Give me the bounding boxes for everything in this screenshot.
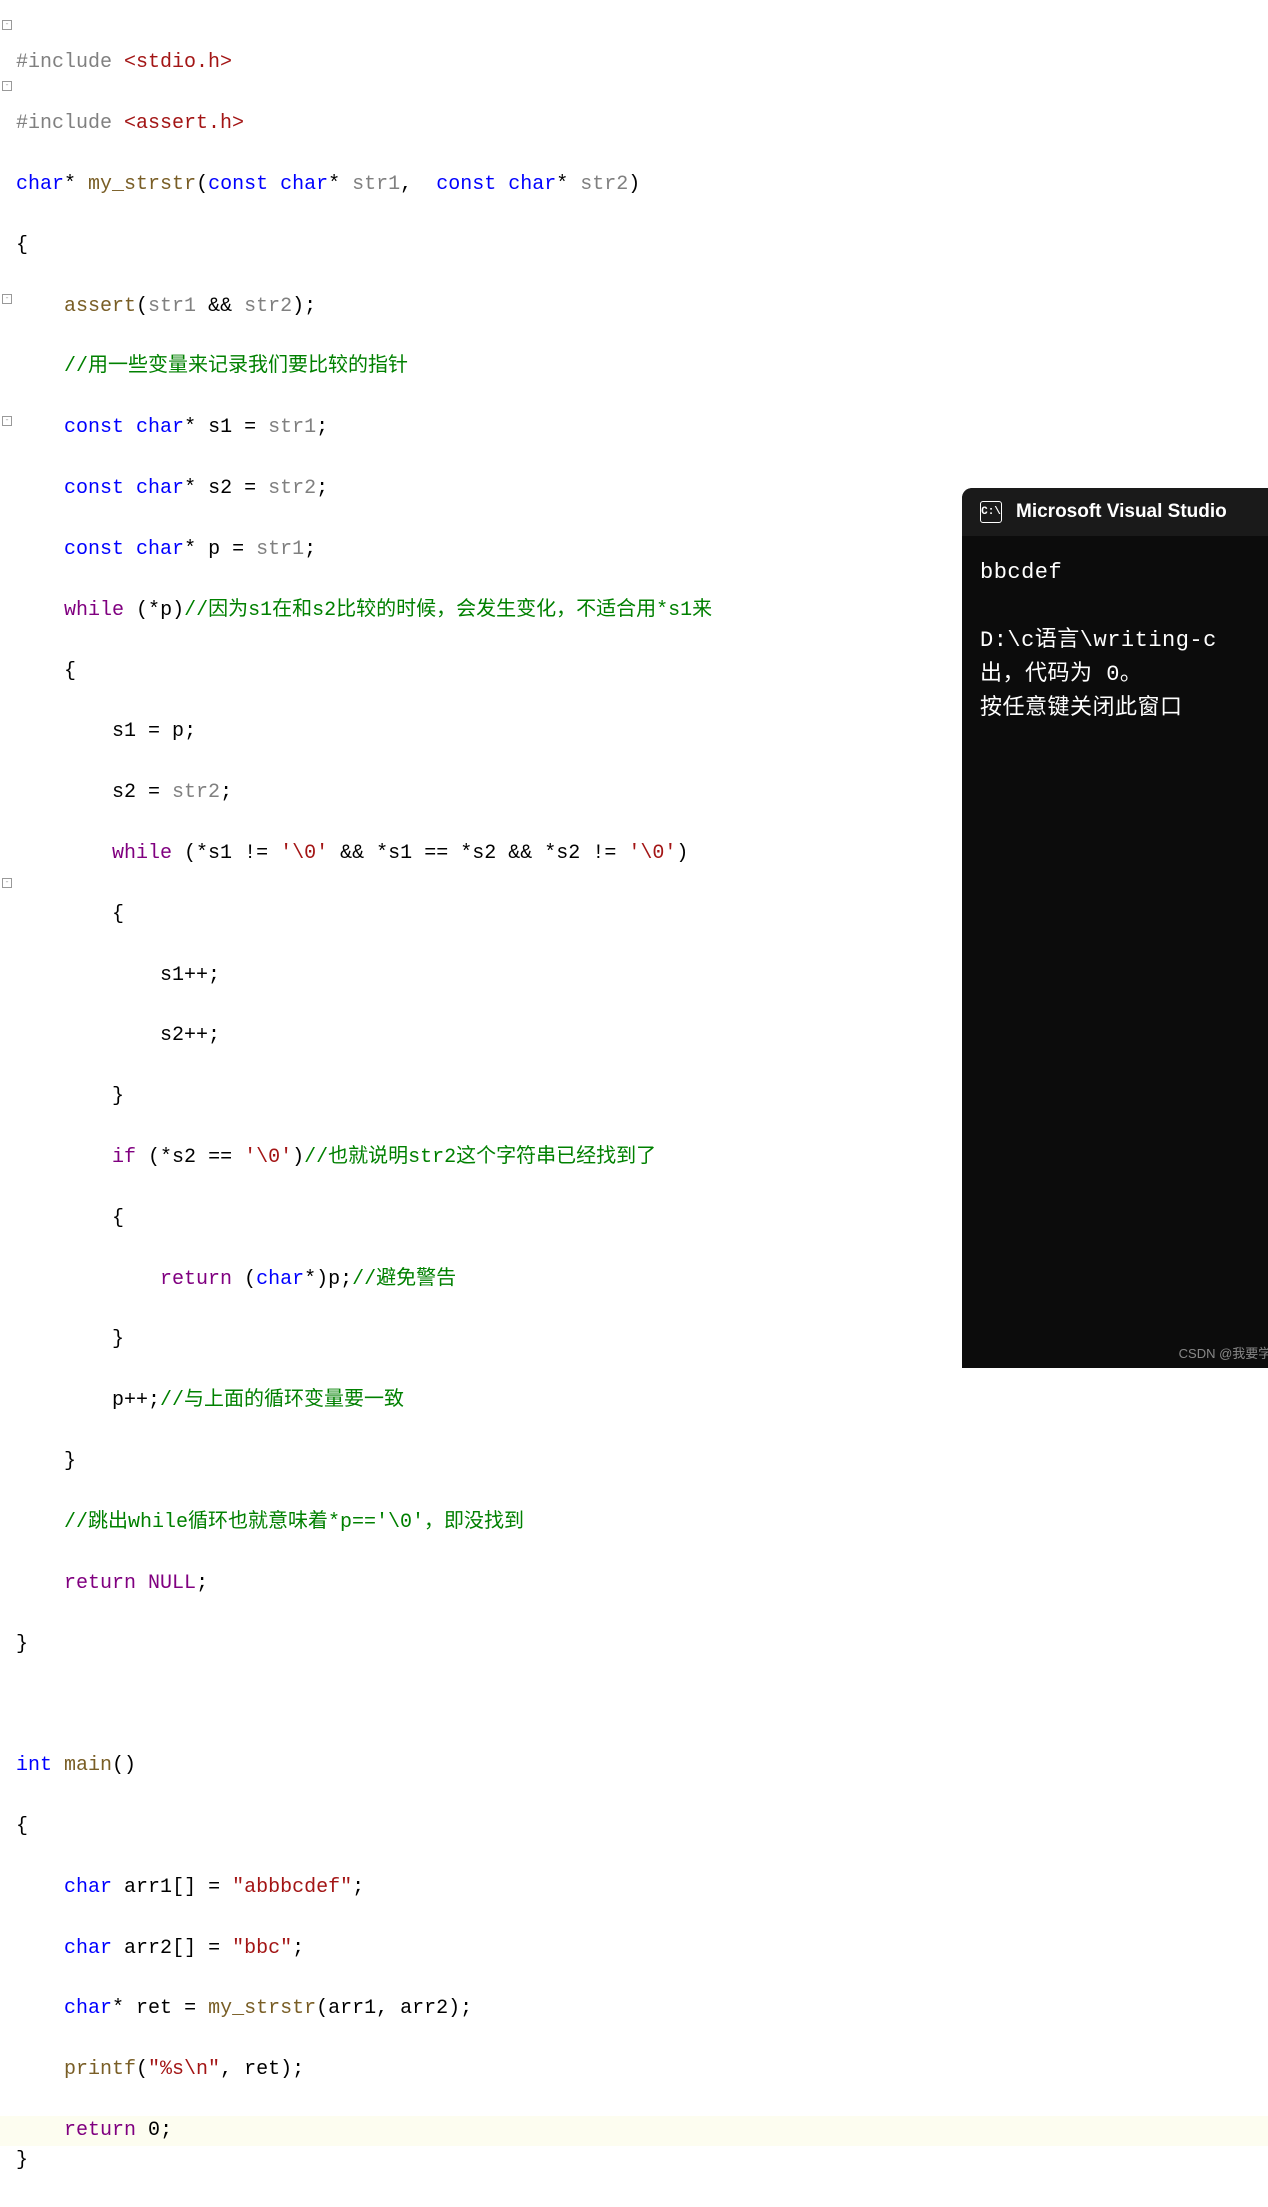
code-line: { — [0, 231, 1268, 261]
code-line: const char* s1 = str1; — [0, 413, 1268, 443]
preproc: #include — [16, 51, 112, 74]
comment: //因为s1在和s2比较的时候，会发生变化，不适合用*s1来 — [184, 599, 712, 622]
console-title: Microsoft Visual Studio — [1016, 501, 1227, 523]
console-titlebar[interactable]: C:\ Microsoft Visual Studio — [962, 488, 1268, 536]
output-line: 出，代码为 0。 — [980, 662, 1142, 687]
code-line: assert(str1 && str2); — [0, 292, 1268, 322]
header: <stdio.h> — [124, 51, 232, 74]
code-line: #include <assert.h> — [0, 109, 1268, 139]
code-line: { — [0, 1812, 1268, 1842]
console-window[interactable]: C:\ Microsoft Visual Studio bbcdef D:\c语… — [962, 488, 1268, 1368]
code-line: char* ret = my_strstr(arr1, arr2); — [0, 1994, 1268, 2024]
code-line: #include <stdio.h> — [0, 48, 1268, 78]
terminal-icon: C:\ — [980, 501, 1002, 523]
code-line: char arr2[] = "bbc"; — [0, 1934, 1268, 1964]
watermark: CSDN @我要学编程(ಥ_ಥ) — [1179, 1343, 1268, 1362]
function-name: main — [64, 1754, 112, 1777]
header: <assert.h> — [124, 112, 244, 135]
code-line: //用一些变量来记录我们要比较的指针 — [0, 352, 1268, 382]
code-line: p++;//与上面的循环变量要一致 — [0, 1386, 1268, 1416]
code-line: printf("%s\n", ret); — [0, 2055, 1268, 2085]
comment: //用一些变量来记录我们要比较的指针 — [64, 355, 408, 378]
code-line: int main() — [0, 1751, 1268, 1781]
code-line — [0, 1690, 1268, 1720]
code-line: char arr1[] = "abbbcdef"; — [0, 1873, 1268, 1903]
code-line: return NULL; — [0, 1569, 1268, 1599]
output-line: bbcdef — [980, 560, 1062, 585]
function-name: my_strstr — [88, 173, 196, 196]
keyword: while — [64, 599, 124, 622]
preproc: #include — [16, 112, 112, 135]
output-line: D:\c语言\writing-c — [980, 628, 1217, 653]
code-line: return 0; — [0, 2116, 1268, 2146]
output-line: 按任意键关闭此窗口 — [980, 696, 1183, 721]
code-line: } — [0, 1447, 1268, 1477]
console-output: bbcdef D:\c语言\writing-c 出，代码为 0。 按任意键关闭此… — [962, 536, 1268, 746]
keyword: char — [16, 173, 64, 196]
code-line: } — [0, 1630, 1268, 1660]
code-line: } — [0, 2146, 1268, 2176]
comment: //避免警告 — [352, 1268, 456, 1291]
code-line: char* my_strstr(const char* str1, const … — [0, 170, 1268, 200]
comment: //与上面的循环变量要一致 — [160, 1389, 404, 1412]
code-line: //跳出while循环也就意味着*p=='\0'，即没找到 — [0, 1508, 1268, 1538]
comment: //跳出while循环也就意味着*p=='\0'，即没找到 — [64, 1511, 524, 1534]
comment: //也就说明str2这个字符串已经找到了 — [304, 1146, 656, 1169]
